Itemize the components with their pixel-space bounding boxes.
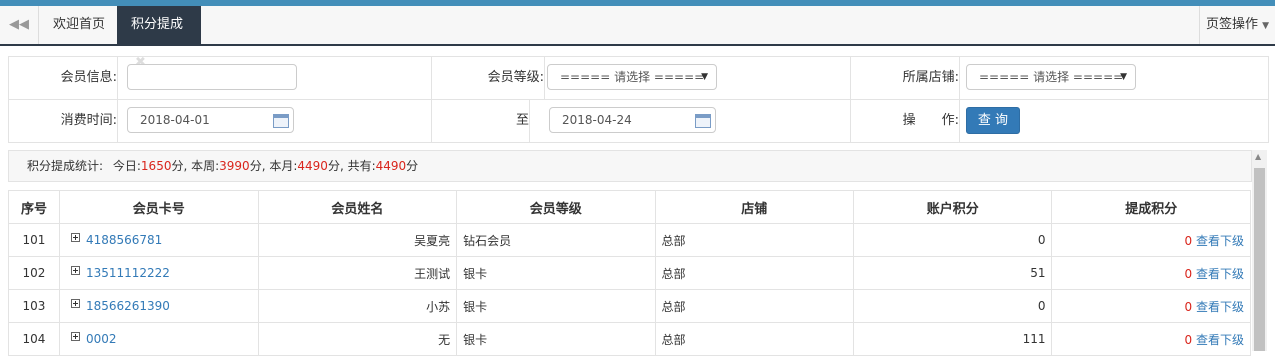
card-number-link[interactable]: 4188566781	[86, 233, 162, 247]
store-value: ===== 请选择 =====	[979, 70, 1124, 84]
table-row: 103 18566261390 小苏 银卡 总部 0 0 查看下级	[8, 289, 1251, 323]
col-header-commission: 提成积分	[1051, 190, 1251, 224]
view-subordinates-link[interactable]: 查看下级	[1196, 300, 1244, 314]
tab-home[interactable]: 欢迎首页	[39, 6, 119, 44]
col-header-store: 店铺	[654, 190, 854, 224]
member-name: 王测试	[257, 256, 458, 290]
today-value: 1650	[140, 159, 172, 173]
vertical-scrollbar[interactable]: ▲	[1252, 150, 1267, 351]
tab-points-commission[interactable]: 积分提成✖	[117, 6, 201, 70]
month-label: 分, 本月:	[249, 159, 298, 173]
card-number-link[interactable]: 0002	[86, 332, 117, 346]
expand-plus-icon[interactable]	[70, 266, 80, 275]
expand-plus-icon[interactable]	[70, 332, 80, 341]
col-header-no: 序号	[8, 190, 60, 224]
commission-points: 0	[1184, 299, 1193, 314]
view-subordinates-link[interactable]: 查看下级	[1196, 234, 1244, 248]
week-label: 分, 本周:	[171, 159, 220, 173]
view-subordinates-link[interactable]: 查看下级	[1196, 267, 1244, 281]
tab-label: 积分提成	[131, 17, 184, 32]
store: 总部	[654, 223, 854, 257]
tab-bar: ◀◀ 欢迎首页 积分提成✖ 页签操作 ▼	[0, 6, 1275, 70]
commission-points: 0	[1184, 266, 1193, 281]
scrollbar-thumb[interactable]	[1254, 168, 1265, 351]
table-row: 101 4188566781 吴夏亮 钻石会员 总部 0 0 查看下级	[8, 223, 1251, 257]
col-header-points: 账户积分	[852, 190, 1053, 224]
expand-plus-icon[interactable]	[70, 233, 80, 242]
col-header-card: 会员卡号	[58, 190, 259, 224]
member-name: 吴夏亮	[257, 223, 458, 257]
search-form: 会员信息: 会员等级: ===== 请选择 ===== ▼ 所属店铺: =====…	[8, 56, 1269, 143]
week-value: 3990	[219, 159, 250, 173]
store: 总部	[654, 256, 854, 290]
col-header-level: 会员等级	[456, 190, 656, 224]
unit-label: 分	[406, 159, 419, 173]
member-name: 小苏	[257, 289, 458, 323]
query-button[interactable]: 查 询	[966, 107, 1020, 134]
total-label: 分, 共有:	[327, 159, 376, 173]
operation-label: 操 作:	[851, 100, 960, 142]
expand-plus-icon[interactable]	[70, 299, 80, 308]
account-points: 51	[852, 256, 1053, 290]
caret-down-icon: ▼	[1262, 21, 1270, 31]
store-select[interactable]: ===== 请选择 ===== ▼	[966, 64, 1136, 90]
month-value: 4490	[297, 159, 328, 173]
account-points: 0	[852, 289, 1053, 323]
total-value: 4490	[375, 159, 407, 173]
row-no: 102	[8, 256, 60, 290]
tab-operations-menu[interactable]: 页签操作 ▼	[1199, 6, 1275, 44]
store-label: 所属店铺:	[851, 57, 960, 99]
member-level: 银卡	[456, 289, 656, 323]
view-subordinates-link[interactable]: 查看下级	[1196, 333, 1244, 347]
table-row: 102 13511112222 王测试 银卡 总部 51 0 查看下级	[8, 256, 1251, 290]
row-no: 101	[8, 223, 60, 257]
scroll-up-icon[interactable]: ▲	[1255, 152, 1261, 161]
card-number-link[interactable]: 13511112222	[86, 266, 170, 280]
member-level: 钻石会员	[456, 223, 656, 257]
today-label: 今日:	[112, 159, 141, 173]
commission-table: 序号 会员卡号 会员姓名 会员等级 店铺 账户积分 提成积分 101 41885…	[8, 190, 1251, 356]
stats-label: 积分提成统计:	[27, 159, 104, 173]
card-number-link[interactable]: 18566261390	[86, 299, 170, 313]
tab-operations-label: 页签操作	[1205, 17, 1258, 32]
store: 总部	[654, 289, 854, 323]
chevron-down-icon: ▼	[1120, 72, 1127, 82]
col-header-name: 会员姓名	[257, 190, 458, 224]
row-no: 103	[8, 289, 60, 323]
commission-points: 0	[1184, 233, 1193, 248]
double-chevron-left-icon: ◀◀	[9, 17, 29, 32]
account-points: 0	[852, 223, 1053, 257]
member-level: 银卡	[456, 256, 656, 290]
tab-scroll-back-button[interactable]: ◀◀	[0, 6, 39, 44]
commission-points: 0	[1184, 332, 1193, 347]
commission-stats-bar: 积分提成统计: 今日:1650分, 本周:3990分, 本月:4490分, 共有…	[8, 150, 1252, 182]
